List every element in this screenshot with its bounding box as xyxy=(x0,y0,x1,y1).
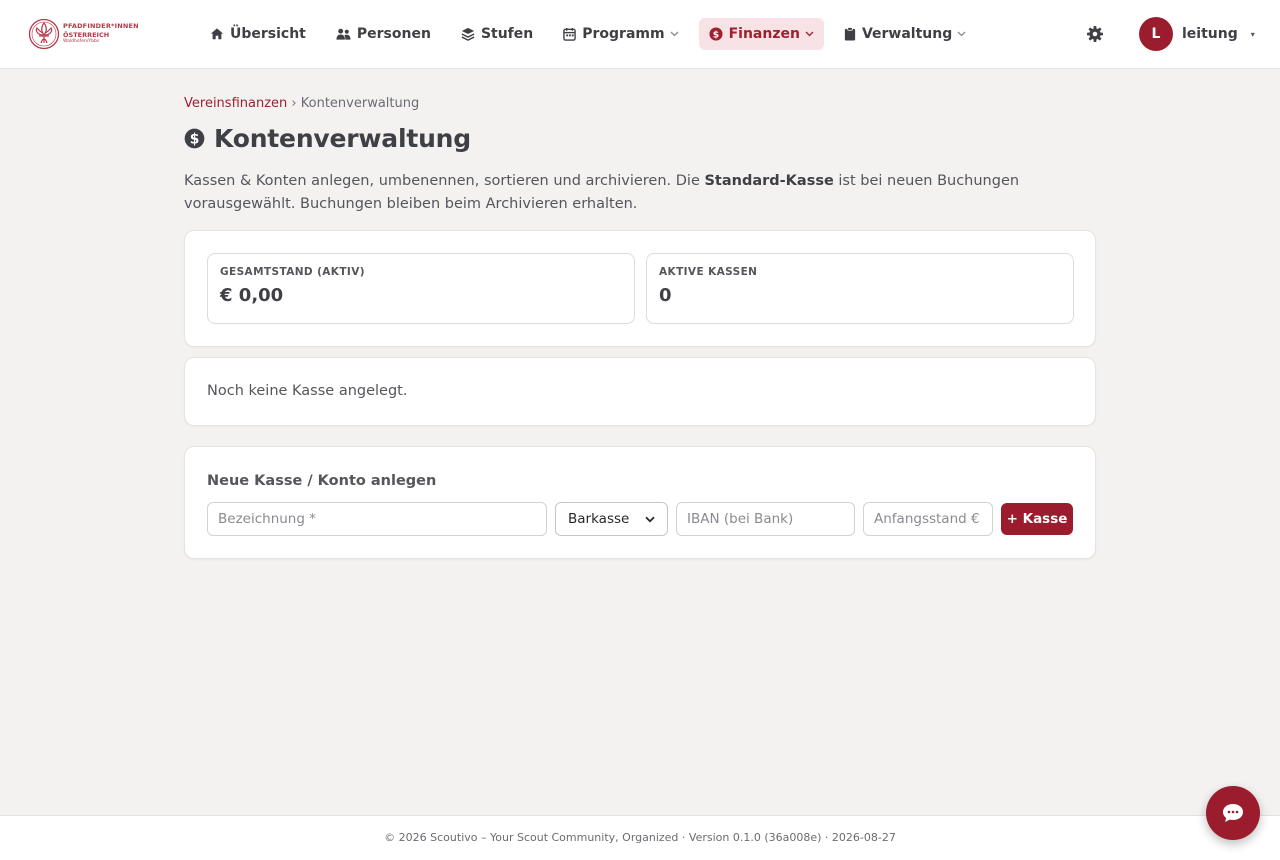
gear-icon[interactable] xyxy=(1085,24,1105,44)
main-nav: Übersicht Personen Stufen Programm $ Fin… xyxy=(200,18,986,50)
clipboard-icon xyxy=(844,27,856,41)
footer: © 2026 Scoutivo – Your Scout Community, … xyxy=(0,815,1280,860)
username: leitung xyxy=(1182,26,1238,42)
nav-item-programm[interactable]: Programm xyxy=(553,18,688,50)
svg-text:$: $ xyxy=(712,29,718,40)
breadcrumb-current: Kontenverwaltung xyxy=(300,96,420,111)
home-icon xyxy=(210,28,224,40)
dollar-icon: $ xyxy=(709,27,723,41)
nav-item-label: Stufen xyxy=(480,26,534,42)
top-navbar: PFADFINDER*INNEN ÖSTERREICH Waldhofen/Yb… xyxy=(0,0,1280,69)
page-title: $ Kontenverwaltung xyxy=(184,122,471,154)
nav-item-personen[interactable]: Personen xyxy=(326,18,441,50)
intro-text-bold: Standard-Kasse xyxy=(704,173,834,189)
account-name-input[interactable] xyxy=(207,502,547,536)
accounts-list-card: Noch keine Kasse angelegt. xyxy=(184,357,1096,426)
calendar-icon xyxy=(563,27,577,41)
scout-lily-logo-icon xyxy=(28,18,60,50)
chevron-down-icon xyxy=(670,31,679,37)
footer-text: © 2026 Scoutivo – Your Scout Community, … xyxy=(384,831,896,844)
stat-label: Aktive Kassen xyxy=(659,266,758,278)
form-title: Neue Kasse / Konto anlegen xyxy=(207,473,437,489)
nav-item-label: Finanzen xyxy=(728,26,800,42)
nav-item-label: Verwaltung xyxy=(861,26,953,42)
nav-item-stufen[interactable]: Stufen xyxy=(451,18,543,50)
avatar: L xyxy=(1139,17,1173,51)
chat-button[interactable] xyxy=(1206,786,1260,840)
brand-logo[interactable]: PFADFINDER*INNEN ÖSTERREICH Waldhofen/Yb… xyxy=(28,16,140,52)
nav-item-label: Programm xyxy=(582,26,665,42)
layers-icon xyxy=(461,27,475,41)
add-account-button[interactable]: + Kasse xyxy=(1001,503,1073,535)
brand-text: PFADFINDER*INNEN ÖSTERREICH Waldhofen/Yb… xyxy=(63,23,139,45)
brand-line1: PFADFINDER*INNEN xyxy=(63,22,139,31)
svg-text:$: $ xyxy=(190,131,200,147)
stat-value: € 0,00 xyxy=(220,285,284,306)
people-icon xyxy=(336,28,351,40)
brand-line2: ÖSTERREICH xyxy=(63,30,110,39)
empty-state-message: Noch keine Kasse angelegt. xyxy=(207,383,408,399)
dollar-circle-icon: $ xyxy=(184,128,205,148)
stat-value: 0 xyxy=(659,285,672,306)
page-title-text: Kontenverwaltung xyxy=(214,123,471,153)
account-type-selected: Barkasse xyxy=(568,511,630,527)
chevron-down-icon xyxy=(805,31,814,37)
iban-input[interactable] xyxy=(676,502,855,536)
nav-item-finanzen[interactable]: $ Finanzen xyxy=(698,18,824,50)
new-account-form-card: Neue Kasse / Konto anlegen Barkasse + Ka… xyxy=(184,446,1096,559)
caret-down-icon: ▾ xyxy=(1250,29,1255,39)
nav-item-label: Personen xyxy=(356,26,431,42)
breadcrumb-separator: › xyxy=(291,96,297,111)
page-intro: Kassen & Konten anlegen, umbenennen, sor… xyxy=(184,170,1104,216)
chat-bubble-icon xyxy=(1223,804,1243,822)
brand-line3: Waldhofen/Ybbs xyxy=(63,39,100,45)
nav-item-verwaltung[interactable]: Verwaltung xyxy=(834,18,976,50)
nav-item-label: Übersicht xyxy=(230,26,306,42)
opening-balance-input[interactable] xyxy=(863,502,993,536)
breadcrumb-link-vereinsfinanzen[interactable]: Vereinsfinanzen xyxy=(184,96,287,111)
user-menu[interactable]: L leitung ▾ xyxy=(1139,17,1255,51)
account-type-select[interactable]: Barkasse xyxy=(555,502,668,536)
intro-text-start: Kassen & Konten anlegen, umbenennen, sor… xyxy=(184,173,705,189)
stat-active-accounts: Aktive Kassen 0 xyxy=(646,253,1074,324)
chevron-down-icon xyxy=(645,516,655,522)
stat-total-balance: Gesamtstand (aktiv) € 0,00 xyxy=(207,253,635,324)
breadcrumb: Vereinsfinanzen › Kontenverwaltung xyxy=(184,96,419,111)
chevron-down-icon xyxy=(957,31,966,37)
stat-label: Gesamtstand (aktiv) xyxy=(220,266,365,278)
summary-card: Gesamtstand (aktiv) € 0,00 Aktive Kassen… xyxy=(184,230,1096,347)
nav-item-uebersicht[interactable]: Übersicht xyxy=(200,18,316,50)
